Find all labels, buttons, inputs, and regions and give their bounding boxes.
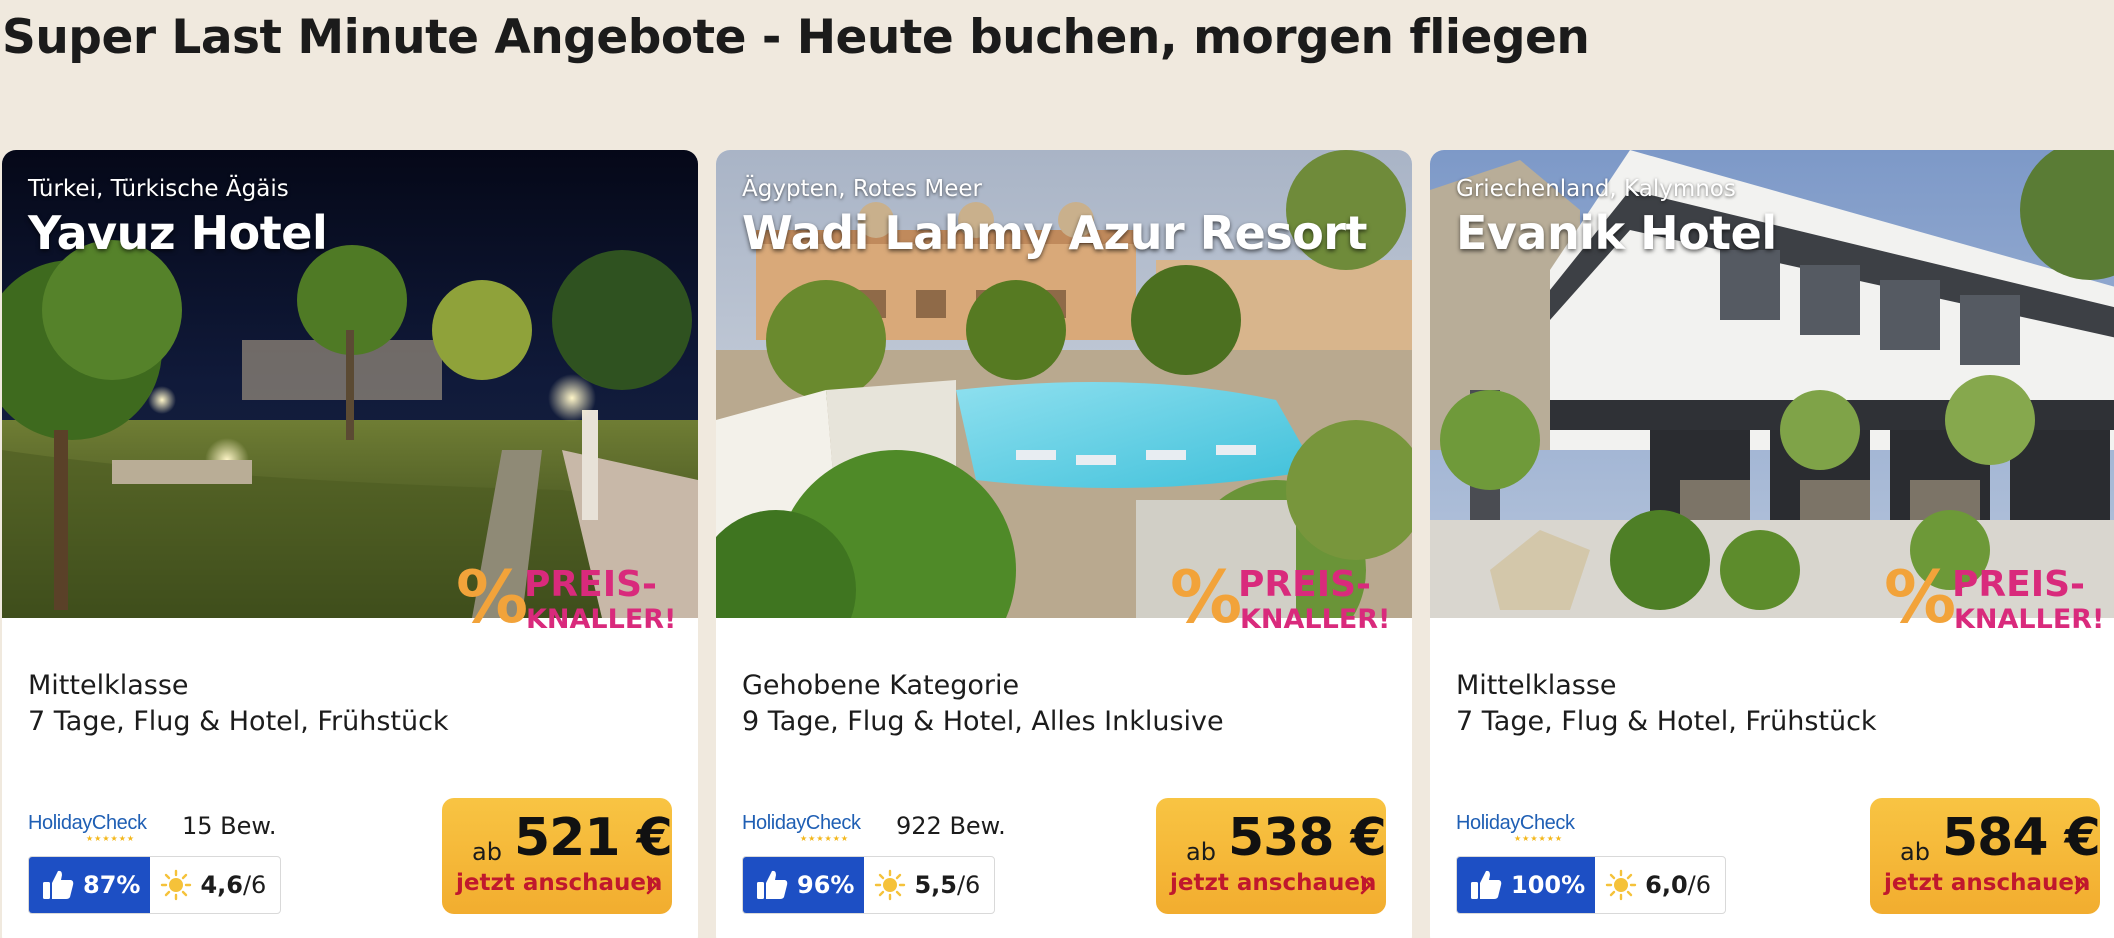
offer-cards: Türkei, Türkische Ägäis Yavuz Hotel % PR… <box>2 150 2114 938</box>
hotel-region: Ägypten, Rotes Meer <box>742 176 982 202</box>
svg-text:%: % <box>1170 560 1242 632</box>
price-button[interactable]: ab 538 € jetzt anschauen <box>1156 798 1387 914</box>
thumbs-up-icon <box>43 870 74 899</box>
svg-text:%: % <box>456 560 528 632</box>
svg-text:KNALLER!: KNALLER! <box>1954 604 2104 632</box>
svg-text:%: % <box>1884 560 1956 632</box>
holidaycheck-wordmark: HolidayCheck <box>742 812 861 834</box>
price-value: 538 € <box>1228 808 1387 868</box>
recommendation-rate: 96% <box>743 857 865 913</box>
trip-details: 7 Tage, Flug & Hotel, Frühstück <box>1456 706 1877 737</box>
sun-rating: 6,0/6 <box>1595 857 1725 913</box>
price-button[interactable]: ab 521 € jetzt anschauen <box>442 798 673 914</box>
hotel-region: Türkei, Türkische Ägäis <box>28 176 289 202</box>
hotel-name[interactable]: Evanik Hotel <box>1456 206 1777 260</box>
recommendation-rate: 100% <box>1457 857 1596 913</box>
hotel-name[interactable]: Wadi Lahmy Azur Resort <box>742 206 1367 260</box>
svg-text:PREIS-: PREIS- <box>1238 564 1371 605</box>
price-prefix: ab <box>1900 838 1930 866</box>
holidaycheck-wordmark: HolidayCheck <box>28 812 147 834</box>
sun-score: 6,0 <box>1645 871 1688 899</box>
svg-text:KNALLER!: KNALLER! <box>1240 604 1390 632</box>
holidaycheck-logo: HolidayCheck ★★★★★★ <box>742 812 862 843</box>
rating-box[interactable]: 87% 4,6/6 <box>28 856 282 914</box>
sun-max: /6 <box>1687 871 1712 899</box>
thumbs-up-icon <box>1471 870 1502 899</box>
hotel-category: Mittelklasse <box>1456 670 1617 701</box>
svg-text:KNALLER!: KNALLER! <box>526 604 676 632</box>
sun-icon <box>875 869 906 901</box>
svg-text:PREIS-: PREIS- <box>524 564 657 605</box>
preisknaller-badge: % PREIS- KNALLER! <box>1884 560 2114 632</box>
trip-details: 9 Tage, Flug & Hotel, Alles Inklusive <box>742 706 1224 737</box>
holidaycheck-stars: ★★★★★★ <box>1514 834 1564 843</box>
holidaycheck-stars: ★★★★★★ <box>86 834 136 843</box>
price-value: 584 € <box>1942 808 2101 868</box>
offer-card[interactable]: Griechenland, Kalymnos Evanik Hotel % PR… <box>1430 150 2114 938</box>
price-value: 521 € <box>514 808 673 868</box>
holidaycheck-logo: HolidayCheck ★★★★★★ <box>1456 812 1576 843</box>
sun-max: /6 <box>242 871 267 899</box>
price-button[interactable]: ab 584 € jetzt anschauen <box>1870 798 2101 914</box>
chevron-right-icon <box>646 875 658 895</box>
sun-rating: 4,6/6 <box>150 857 280 913</box>
sun-rating: 5,5/6 <box>864 857 994 913</box>
offer-card[interactable]: Türkei, Türkische Ägäis Yavuz Hotel % PR… <box>2 150 698 938</box>
thumbs-up-icon <box>757 870 788 899</box>
recommendation-value: 87% <box>83 871 141 899</box>
view-offer-link[interactable]: jetzt anschauen <box>1884 870 2090 896</box>
page-title: Super Last Minute Angebote - Heute buche… <box>2 10 1590 65</box>
rating-box[interactable]: 100% 6,0/6 <box>1456 856 1727 914</box>
sun-icon <box>161 869 192 901</box>
price-prefix: ab <box>472 838 502 866</box>
sun-icon <box>1605 869 1637 901</box>
sun-score: 5,5 <box>914 871 957 899</box>
trip-details: 7 Tage, Flug & Hotel, Frühstück <box>28 706 449 737</box>
recommendation-value: 100% <box>1511 871 1586 899</box>
chevron-right-icon <box>1360 875 1372 895</box>
recommendation-value: 96% <box>797 871 855 899</box>
sun-score: 4,6 <box>200 871 243 899</box>
view-offer-link[interactable]: jetzt anschauen <box>1170 870 1376 896</box>
hotel-name[interactable]: Yavuz Hotel <box>28 206 328 260</box>
rating-box[interactable]: 96% 5,5/6 <box>742 856 996 914</box>
review-count[interactable]: 922 Bew. <box>896 812 1006 840</box>
chevron-right-icon <box>2074 875 2086 895</box>
preisknaller-badge: % PREIS- KNALLER! <box>456 560 688 632</box>
holidaycheck-wordmark: HolidayCheck <box>1456 812 1575 834</box>
hotel-category: Mittelklasse <box>28 670 189 701</box>
hotel-region: Griechenland, Kalymnos <box>1456 176 1736 202</box>
review-count[interactable]: 15 Bew. <box>182 812 276 840</box>
view-offer-link[interactable]: jetzt anschauen <box>456 870 662 896</box>
preisknaller-badge: % PREIS- KNALLER! <box>1170 560 1402 632</box>
svg-text:PREIS-: PREIS- <box>1952 564 2085 605</box>
offer-card[interactable]: Ägypten, Rotes Meer Wadi Lahmy Azur Reso… <box>716 150 1412 938</box>
hotel-category: Gehobene Kategorie <box>742 670 1020 701</box>
sun-max: /6 <box>956 871 981 899</box>
holidaycheck-logo: HolidayCheck ★★★★★★ <box>28 812 148 843</box>
recommendation-rate: 87% <box>29 857 151 913</box>
price-prefix: ab <box>1186 838 1216 866</box>
holidaycheck-stars: ★★★★★★ <box>800 834 850 843</box>
